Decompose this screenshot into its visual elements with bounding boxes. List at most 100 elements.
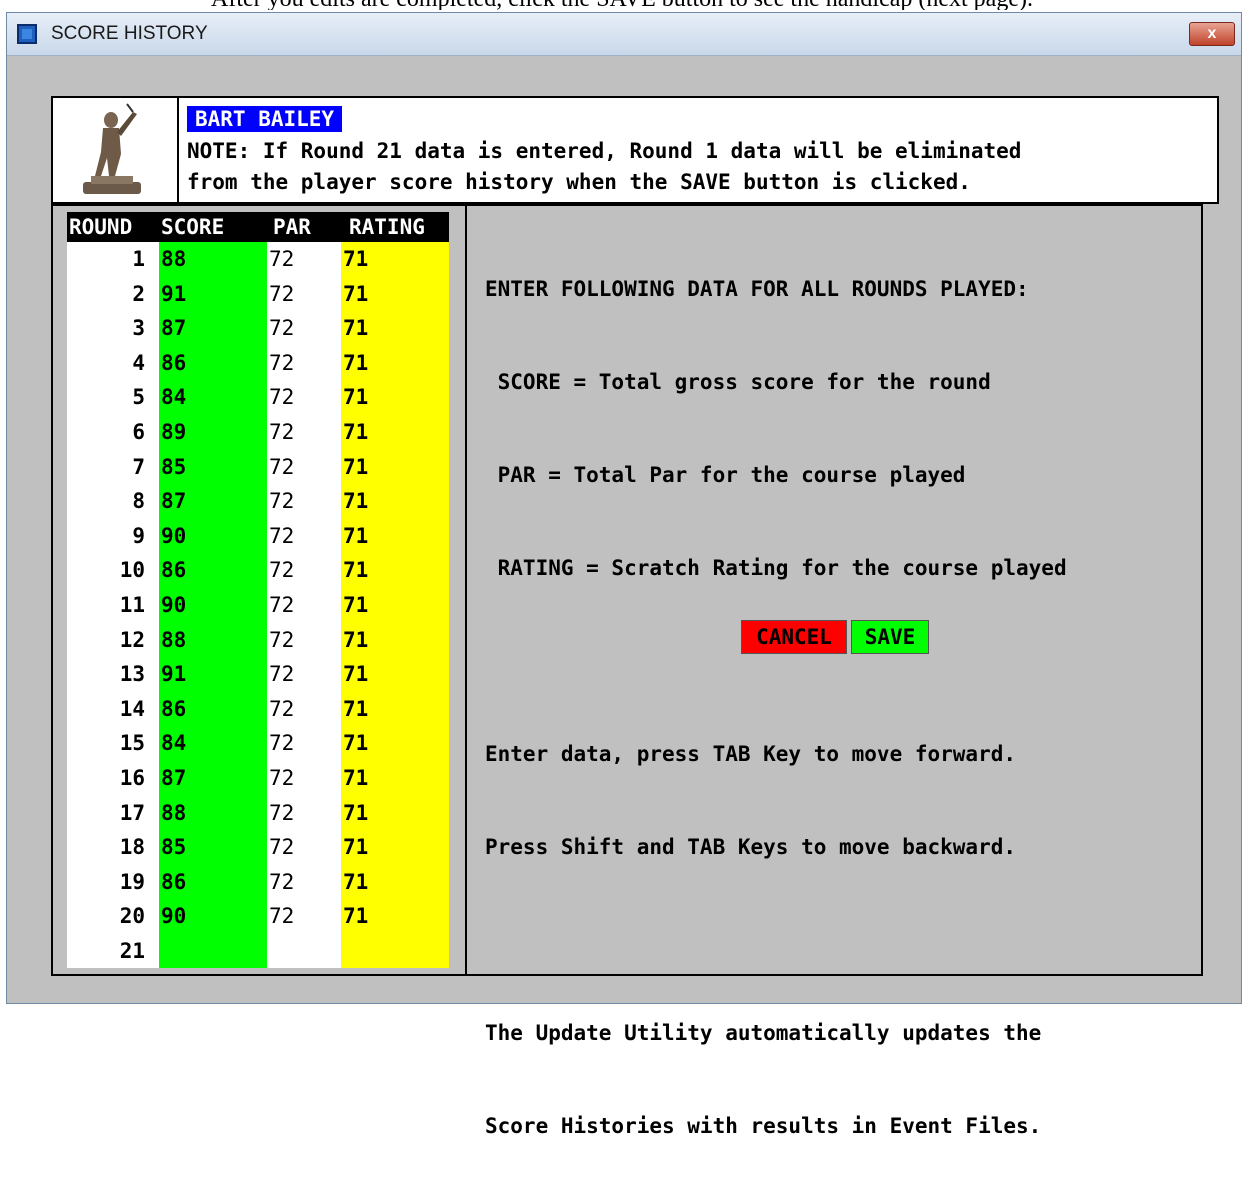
par-input[interactable]: 72 bbox=[269, 657, 294, 691]
instruction-line: ENTER FOLLOWING DATA FOR ALL ROUNDS PLAY… bbox=[485, 277, 1029, 301]
rating-input[interactable]: 71 bbox=[343, 692, 368, 726]
rating-input[interactable]: 71 bbox=[343, 519, 368, 553]
rating-input[interactable]: 71 bbox=[343, 657, 368, 691]
par-input[interactable]: 72 bbox=[269, 380, 294, 414]
rating-input[interactable]: 71 bbox=[343, 899, 368, 933]
score-input[interactable]: 84 bbox=[161, 726, 186, 760]
rating-input[interactable]: 71 bbox=[343, 796, 368, 830]
round-cell: 16 bbox=[119, 766, 145, 790]
round-cell: 5 bbox=[132, 385, 145, 410]
round-cell: 14 bbox=[119, 696, 145, 721]
score-input[interactable]: 88 bbox=[161, 242, 186, 276]
cancel-button[interactable]: CANCEL bbox=[741, 620, 847, 654]
par-input[interactable]: 72 bbox=[269, 761, 294, 795]
par-input[interactable]: 72 bbox=[269, 519, 294, 553]
rating-input[interactable]: 71 bbox=[343, 415, 368, 449]
app-window-icon bbox=[17, 24, 37, 44]
rating-input[interactable]: 71 bbox=[343, 346, 368, 380]
rating-input[interactable]: 71 bbox=[343, 311, 368, 345]
score-input[interactable]: 84 bbox=[161, 380, 186, 414]
table-header: ROUND SCORE PAR RATING bbox=[67, 212, 449, 242]
instruction-line: Enter data, press TAB Key to move forwar… bbox=[485, 742, 1017, 766]
score-table: ROUND SCORE PAR RATING 1 88 72 71 2 91 72 71 3 87… bbox=[53, 206, 467, 974]
score-input[interactable]: 87 bbox=[161, 761, 186, 795]
par-input[interactable]: 72 bbox=[269, 830, 294, 864]
save-button[interactable]: SAVE bbox=[851, 620, 929, 654]
table-row: 19 86 72 71 bbox=[67, 865, 449, 900]
rating-input[interactable]: 71 bbox=[343, 380, 368, 414]
score-input[interactable]: 86 bbox=[161, 553, 186, 587]
table-row: 18 85 72 71 bbox=[67, 830, 449, 865]
par-input[interactable]: 72 bbox=[269, 553, 294, 587]
score-input[interactable]: 90 bbox=[161, 899, 186, 933]
table-row: 2 91 72 71 bbox=[67, 277, 449, 312]
rating-input[interactable]: 71 bbox=[343, 450, 368, 484]
score-input[interactable]: 87 bbox=[161, 311, 186, 345]
score-input[interactable]: 86 bbox=[161, 865, 186, 899]
round-cell: 4 bbox=[132, 350, 145, 375]
par-input[interactable]: 72 bbox=[269, 796, 294, 830]
table-row: 6 89 72 71 bbox=[67, 415, 449, 450]
rating-input[interactable]: 71 bbox=[343, 277, 368, 311]
rating-input[interactable]: 71 bbox=[343, 761, 368, 795]
table-row: 12 88 72 71 bbox=[67, 623, 449, 658]
note-line-1: NOTE: If Round 21 data is entered, Round… bbox=[187, 139, 1022, 163]
close-button[interactable]: x bbox=[1189, 22, 1235, 46]
par-input[interactable]: 72 bbox=[269, 242, 294, 276]
rating-input[interactable]: 71 bbox=[343, 623, 368, 657]
note-text: NOTE: If Round 21 data is entered, Round… bbox=[187, 136, 1217, 198]
round-cell: 21 bbox=[119, 939, 145, 963]
header-round: ROUND bbox=[69, 215, 133, 239]
score-input[interactable]: 89 bbox=[161, 415, 186, 449]
table-row: 1 88 72 71 bbox=[67, 242, 449, 277]
rating-input[interactable]: 71 bbox=[343, 865, 368, 899]
table-row: 3 87 72 71 bbox=[67, 311, 449, 346]
par-input[interactable]: 72 bbox=[269, 692, 294, 726]
score-input[interactable]: 86 bbox=[161, 346, 186, 380]
par-input[interactable]: 72 bbox=[269, 450, 294, 484]
golfer-trophy-image bbox=[53, 98, 179, 202]
score-input[interactable]: 85 bbox=[161, 450, 186, 484]
score-input[interactable]: 87 bbox=[161, 484, 186, 518]
round-cell: 13 bbox=[119, 662, 145, 687]
round-cell: 15 bbox=[119, 731, 145, 756]
rating-input[interactable]: 71 bbox=[343, 830, 368, 864]
instruction-line: RATING = Scratch Rating for the course p… bbox=[485, 556, 1067, 580]
score-entry-panel: ROUND SCORE PAR RATING 1 88 72 71 2 91 72 71 3 87… bbox=[51, 204, 1203, 1138]
round-cell: 18 bbox=[119, 835, 145, 860]
par-input[interactable]: 72 bbox=[269, 865, 294, 899]
rating-input[interactable]: 71 bbox=[343, 484, 368, 518]
score-input[interactable]: 91 bbox=[161, 657, 186, 691]
rating-input[interactable]: 71 bbox=[343, 242, 368, 276]
score-input[interactable]: 90 bbox=[161, 588, 186, 622]
title-bar[interactable]: SCORE HISTORY x bbox=[7, 13, 1241, 56]
par-input[interactable]: 72 bbox=[269, 311, 294, 345]
par-input[interactable]: 72 bbox=[269, 484, 294, 518]
rating-input[interactable]: 71 bbox=[343, 726, 368, 760]
rating-input[interactable]: 71 bbox=[343, 588, 368, 622]
score-input[interactable]: 90 bbox=[161, 519, 186, 553]
table-row: 4 86 72 71 bbox=[67, 346, 449, 381]
par-input[interactable]: 72 bbox=[269, 899, 294, 933]
score-input[interactable]: 86 bbox=[161, 692, 186, 726]
player-header: BART BAILEY NOTE: If Round 21 data is en… bbox=[51, 96, 1219, 204]
par-input[interactable]: 72 bbox=[269, 415, 294, 449]
round-cell: 6 bbox=[132, 420, 145, 444]
round-cell: 19 bbox=[119, 869, 145, 894]
table-row: 15 84 72 71 bbox=[67, 726, 449, 761]
par-input[interactable]: 72 bbox=[269, 588, 294, 622]
table-row: 14 86 72 71 bbox=[67, 692, 449, 727]
score-input[interactable]: 91 bbox=[161, 277, 186, 311]
round-cell: 9 bbox=[132, 523, 145, 548]
score-input[interactable]: 88 bbox=[161, 796, 186, 830]
par-input[interactable]: 72 bbox=[269, 346, 294, 380]
par-input[interactable]: 72 bbox=[269, 623, 294, 657]
par-input[interactable]: 72 bbox=[269, 277, 294, 311]
score-input[interactable]: 88 bbox=[161, 623, 186, 657]
round-cell: 20 bbox=[119, 904, 145, 929]
par-input[interactable]: 72 bbox=[269, 726, 294, 760]
note-line-2: from the player score history when the S… bbox=[187, 170, 971, 194]
score-input[interactable]: 85 bbox=[161, 830, 186, 864]
table-row: 5 84 72 71 bbox=[67, 380, 449, 415]
rating-input[interactable]: 71 bbox=[343, 553, 368, 587]
